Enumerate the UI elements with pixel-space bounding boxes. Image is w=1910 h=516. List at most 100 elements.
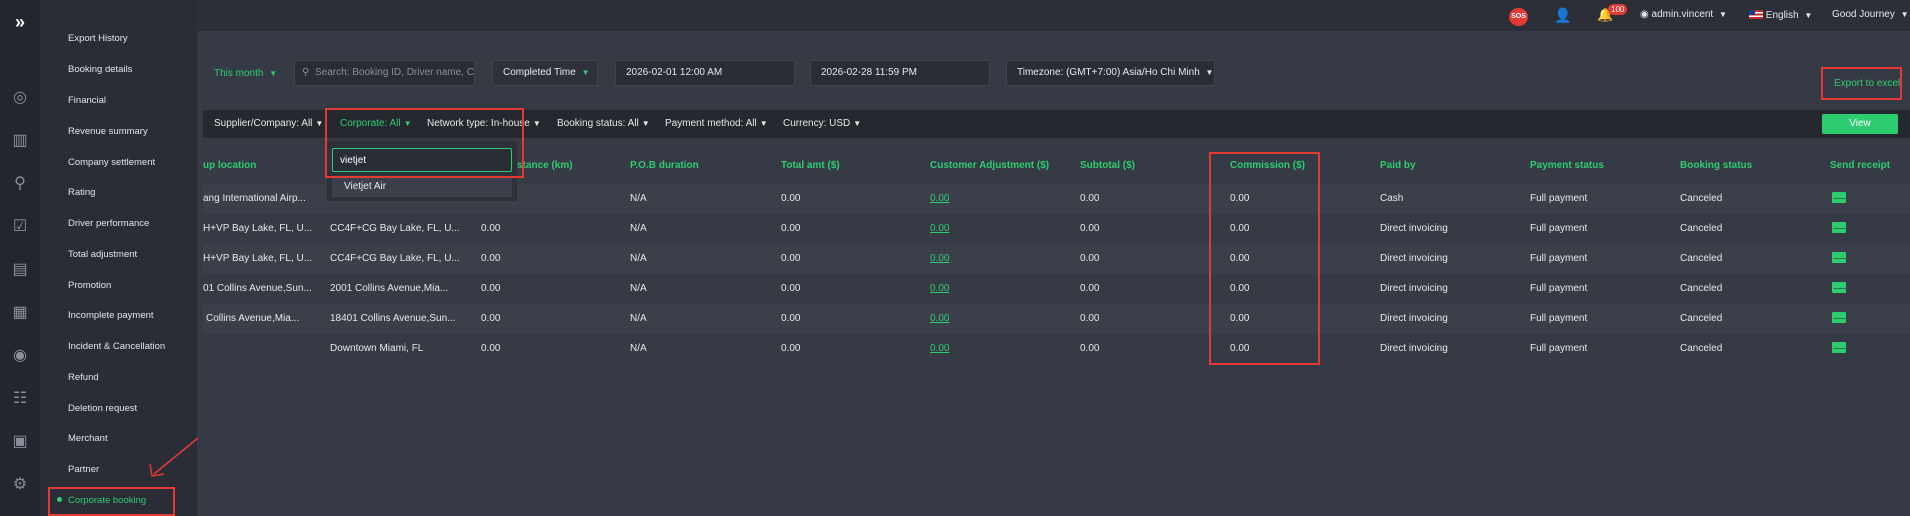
cell-payment-status: Full payment xyxy=(1530,343,1588,354)
cell-adjustment-link[interactable]: 0.00 xyxy=(930,313,949,324)
period-selector[interactable]: This month ▼ xyxy=(214,68,277,79)
search-placeholder: Search: Booking ID, Driver name, C xyxy=(315,67,474,78)
chevron-down-icon: ▼ xyxy=(1900,10,1909,19)
bike-icon[interactable]: ⚙ xyxy=(10,475,30,495)
supplier-filter[interactable]: Supplier/Company: All ▼ xyxy=(214,118,323,129)
column-header-adjustment[interactable]: Customer Adjustment ($) xyxy=(930,160,1049,171)
corporate-option-vietjet-air[interactable]: Vietjet Air xyxy=(332,177,512,197)
cell-total: 0.00 xyxy=(781,253,801,264)
contact-card-icon[interactable]: ▣ xyxy=(10,432,30,452)
cell-pob: N/A xyxy=(630,283,647,294)
cell-pob: N/A xyxy=(630,223,647,234)
analytics-icon[interactable]: ▥ xyxy=(10,131,30,151)
column-header-subtotal[interactable]: Subtotal ($) xyxy=(1080,160,1135,171)
submenu-item-booking-details[interactable]: Booking details xyxy=(68,64,132,75)
submenu-item-driver-performance[interactable]: Driver performance xyxy=(68,218,149,229)
column-header-paid-by[interactable]: Paid by xyxy=(1380,160,1416,171)
account-circle-icon: ◉ xyxy=(1640,9,1649,20)
submenu-item-promotion[interactable]: Promotion xyxy=(68,280,111,291)
cell-adjustment-link[interactable]: 0.00 xyxy=(930,253,949,264)
users-icon[interactable]: ☷ xyxy=(10,389,30,409)
cell-adjustment-link[interactable]: 0.00 xyxy=(930,193,949,204)
column-header-pob[interactable]: P.O.B duration xyxy=(630,160,699,171)
currency-label: Currency: USD xyxy=(783,118,851,129)
booking-status-filter[interactable]: Booking status: All ▼ xyxy=(557,118,650,129)
highlight-box-export xyxy=(1821,67,1902,100)
column-header-payment-status[interactable]: Payment status xyxy=(1530,160,1604,171)
cell-subtotal: 0.00 xyxy=(1080,253,1100,264)
cell-adjustment-link[interactable]: 0.00 xyxy=(930,343,949,354)
cell-total: 0.00 xyxy=(781,223,801,234)
chevron-down-icon: ▼ xyxy=(1205,68,1214,77)
timezone-dropdown[interactable]: Timezone: (GMT+7:00) Asia/Ho Chi Minh ▼ xyxy=(1006,60,1215,86)
table-row[interactable]: H+VP Bay Lake, FL, U... CC4F+CG Bay Lake… xyxy=(203,214,1910,244)
cell-booking-status: Canceled xyxy=(1680,283,1723,294)
submenu-item-refund[interactable]: Refund xyxy=(68,372,99,383)
column-header-booking-status[interactable]: Booking status xyxy=(1680,160,1752,171)
submenu-item-total-adjustment[interactable]: Total adjustment xyxy=(68,249,137,260)
cell-adjustment-link[interactable]: 0.00 xyxy=(930,223,949,234)
table-row[interactable]: H+VP Bay Lake, FL, U... CC4F+CG Bay Lake… xyxy=(203,244,1910,274)
language-selector[interactable]: English ▼ xyxy=(1749,9,1812,21)
cell-total: 0.00 xyxy=(781,313,801,324)
dashboard-icon[interactable]: ◎ xyxy=(10,88,30,108)
cell-booking-status: Canceled xyxy=(1680,193,1723,204)
chevron-down-icon: ▼ xyxy=(1804,11,1813,20)
to-date-input[interactable]: 2026-02-28 11:59 PM xyxy=(810,60,990,86)
account-menu[interactable]: ◉ admin.vincent ▼ xyxy=(1640,9,1727,20)
time-type-dropdown[interactable]: Completed Time ▼ xyxy=(492,60,598,86)
cell-payment-status: Full payment xyxy=(1530,313,1588,324)
submenu-item-rating[interactable]: Rating xyxy=(68,187,95,198)
chevron-down-icon: ▼ xyxy=(315,119,324,128)
submenu-item-deletion-request[interactable]: Deletion request xyxy=(68,403,137,414)
submenu-item-company-settlement[interactable]: Company settlement xyxy=(68,157,155,168)
envelope-icon[interactable] xyxy=(1832,282,1846,293)
envelope-icon[interactable] xyxy=(1832,192,1846,203)
cell-distance: 0.00 xyxy=(481,283,501,294)
submenu-item-financial[interactable]: Financial xyxy=(68,95,106,106)
submenu-item-incomplete-payment[interactable]: Incomplete payment xyxy=(68,310,154,321)
cell-destination: 2001 Collins Avenue,Mia... xyxy=(330,283,449,294)
cell-paid-by: Direct invoicing xyxy=(1380,253,1448,264)
column-header-distance[interactable]: stance (km) xyxy=(517,160,573,171)
envelope-icon[interactable] xyxy=(1832,312,1846,323)
submenu-item-revenue-summary[interactable]: Revenue summary xyxy=(68,126,148,137)
document-icon[interactable]: ▤ xyxy=(10,260,30,280)
envelope-icon[interactable] xyxy=(1832,222,1846,233)
envelope-icon[interactable] xyxy=(1832,252,1846,263)
column-header-total[interactable]: Total amt ($) xyxy=(781,160,840,171)
report-icon[interactable]: ☑ xyxy=(10,217,30,237)
highlight-box-corporate-filter xyxy=(325,108,524,178)
view-button[interactable]: View xyxy=(1822,114,1898,134)
expand-menu-icon[interactable]: » xyxy=(10,12,30,32)
currency-filter[interactable]: Currency: USD ▼ xyxy=(783,118,861,129)
cell-booking-status: Canceled xyxy=(1680,313,1723,324)
cell-payment-status: Full payment xyxy=(1530,253,1588,264)
envelope-icon[interactable] xyxy=(1832,342,1846,353)
notification-count-badge: 100 xyxy=(1608,4,1628,15)
column-header-pickup[interactable]: up location xyxy=(203,160,256,171)
table-row[interactable]: Downtown Miami, FL 0.00 N/A 0.00 0.00 0.… xyxy=(203,334,1910,364)
submenu-item-export-history[interactable]: Export History xyxy=(68,33,128,44)
user-profile-icon[interactable]: 👤 xyxy=(1554,7,1571,24)
map-pin-icon[interactable]: ⚲ xyxy=(10,174,30,194)
greeting-menu[interactable]: Good Journey ▼ xyxy=(1832,9,1909,20)
sos-icon[interactable]: SOS xyxy=(1509,8,1528,26)
cell-payment-status: Full payment xyxy=(1530,223,1588,234)
submenu-item-incident-cancellation[interactable]: Incident & Cancellation xyxy=(68,341,165,352)
calendar-icon[interactable]: ▦ xyxy=(10,303,30,323)
cell-adjustment-link[interactable]: 0.00 xyxy=(930,283,949,294)
submenu-item-partner[interactable]: Partner xyxy=(68,464,99,475)
steering-wheel-icon[interactable]: ◉ xyxy=(10,346,30,366)
cell-pob: N/A xyxy=(630,343,647,354)
table-row[interactable]: 01 Collins Avenue,Sun... 2001 Collins Av… xyxy=(203,274,1910,304)
cell-pob: N/A xyxy=(630,193,647,204)
payment-method-filter[interactable]: Payment method: All ▼ xyxy=(665,118,768,129)
cell-subtotal: 0.00 xyxy=(1080,343,1100,354)
table-row[interactable]: Collins Avenue,Mia... 18401 Collins Aven… xyxy=(203,304,1910,334)
from-date-input[interactable]: 2026-02-01 12:00 AM xyxy=(615,60,795,86)
submenu-item-merchant[interactable]: Merchant xyxy=(68,433,108,444)
search-input[interactable]: ⚲ Search: Booking ID, Driver name, C xyxy=(294,60,475,86)
column-header-send-receipt[interactable]: Send receipt xyxy=(1830,160,1890,171)
cell-paid-by: Direct invoicing xyxy=(1380,283,1448,294)
